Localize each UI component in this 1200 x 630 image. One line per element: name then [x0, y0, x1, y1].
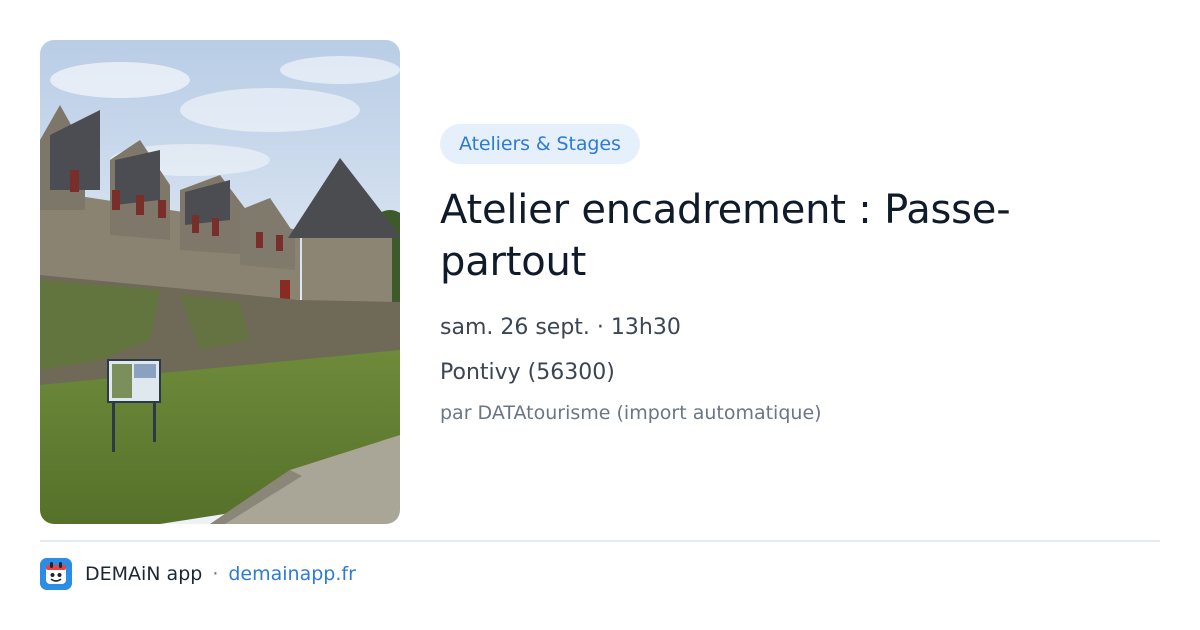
- event-title: Atelier encadrement : Passe-partout: [440, 187, 1011, 285]
- category-badge[interactable]: Ateliers & Stages: [440, 124, 640, 164]
- event-details: Ateliers & Stages Atelier encadrement : …: [440, 124, 1140, 426]
- event-location: Pontivy (56300): [440, 360, 615, 385]
- event-datetime: sam. 26 sept. · 13h30: [440, 315, 681, 340]
- footer-separator: ·: [212, 563, 219, 585]
- event-image: [40, 40, 400, 524]
- footer: DEMAiN app · demainapp.fr: [40, 558, 356, 590]
- demain-app-icon: [40, 558, 72, 590]
- app-name: DEMAiN app: [85, 563, 203, 585]
- footer-divider: [40, 540, 1160, 542]
- app-url-link[interactable]: demainapp.fr: [228, 563, 356, 585]
- event-source: par DATAtourisme (import automatique): [440, 402, 822, 424]
